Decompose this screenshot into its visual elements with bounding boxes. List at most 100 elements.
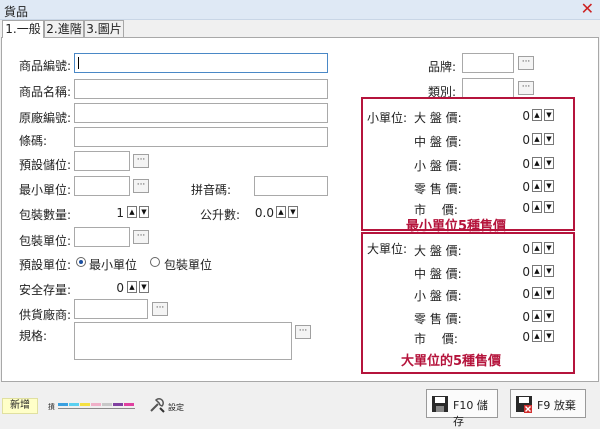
pinyin-input[interactable] [254, 176, 328, 196]
min-unit-label: 最小單位: [19, 183, 72, 197]
spec-browse-button[interactable]: ··· [295, 325, 311, 339]
tab-advanced[interactable]: 2.進階 [44, 20, 84, 37]
color-swatch[interactable] [113, 403, 123, 406]
color-swatch[interactable] [80, 403, 90, 406]
color-swatch[interactable] [58, 403, 68, 406]
small-unit-price-value[interactable]: 0 [466, 157, 530, 171]
supplier-input[interactable] [74, 299, 148, 319]
product-name-label: 商品名稱: [19, 85, 72, 99]
liters-label: 公升數: [200, 208, 241, 222]
big-unit-price-value[interactable]: 0 [466, 287, 530, 301]
safety-stock-value[interactable]: 0 [74, 281, 124, 295]
liters-down-button[interactable]: ▼ [288, 206, 298, 218]
liters-up-button[interactable]: ▲ [276, 206, 286, 218]
save-button[interactable]: F10 儲存 [426, 389, 498, 428]
small-unit-price-down-button[interactable]: ▼ [544, 201, 554, 213]
small-unit-price-up-button[interactable]: ▲ [532, 157, 542, 169]
save-button-label: F10 儲存 [453, 399, 488, 428]
spec-textarea[interactable] [74, 322, 292, 360]
color-swatch[interactable] [69, 403, 79, 406]
small-unit-header: 小單位: [367, 111, 408, 125]
big-unit-price-up-button[interactable]: ▲ [532, 310, 542, 322]
radio-min-unit[interactable] [76, 257, 86, 267]
product-name-input[interactable] [74, 79, 328, 99]
radio-pack-unit-label: 包裝單位 [164, 258, 213, 272]
small-unit-price-down-button[interactable]: ▼ [544, 180, 554, 192]
color-swatch[interactable] [91, 403, 101, 406]
big-unit-price-down-button[interactable]: ▼ [544, 242, 554, 254]
status-badge: 新增 [2, 398, 38, 414]
big-unit-price-up-button[interactable]: ▲ [532, 265, 542, 277]
big-unit-price-value[interactable]: 0 [466, 265, 530, 279]
pack-qty-label: 包裝數量: [19, 208, 72, 222]
small-unit-price-value[interactable]: 0 [466, 133, 530, 147]
cancel-button[interactable]: F9 放棄 [510, 389, 586, 418]
pack-qty-up-button[interactable]: ▲ [127, 206, 137, 218]
pack-unit-input[interactable] [74, 227, 130, 247]
big-unit-price-down-button[interactable]: ▼ [544, 265, 554, 277]
radio-min-unit-label: 最小單位 [89, 258, 138, 272]
category-input[interactable] [462, 78, 514, 98]
liters-value[interactable]: 0.0 [236, 206, 274, 220]
supplier-browse-button[interactable]: ··· [152, 302, 168, 316]
safety-stock-up-button[interactable]: ▲ [127, 281, 137, 293]
big-unit-price-label: 中 盤 價: [414, 267, 462, 281]
default-location-input[interactable] [74, 151, 130, 171]
close-icon[interactable]: ✕ [581, 1, 594, 17]
small-unit-price-up-button[interactable]: ▲ [532, 180, 542, 192]
small-unit-price-label: 中 盤 價: [414, 135, 462, 149]
default-location-label: 預設儲位: [19, 158, 72, 172]
factory-code-input[interactable] [74, 103, 328, 123]
color-swatch[interactable] [102, 403, 112, 406]
big-unit-price-up-button[interactable]: ▲ [532, 287, 542, 299]
pack-qty-value[interactable]: 1 [74, 206, 124, 220]
text-cursor [78, 57, 79, 69]
category-browse-button[interactable]: ··· [518, 81, 534, 95]
big-unit-price-up-button[interactable]: ▲ [532, 330, 542, 342]
product-code-input[interactable] [74, 53, 328, 73]
big-unit-price-down-button[interactable]: ▼ [544, 330, 554, 342]
pack-qty-down-button[interactable]: ▼ [139, 206, 149, 218]
big-unit-price-value[interactable]: 0 [466, 330, 530, 344]
settings-label[interactable]: 設定 [168, 402, 184, 413]
big-unit-caption: 大單位的5種售價 [401, 354, 502, 369]
big-unit-price-value[interactable]: 0 [466, 310, 530, 324]
small-unit-price-up-button[interactable]: ▲ [532, 133, 542, 145]
barcode-input[interactable] [74, 127, 328, 147]
big-unit-header: 大單位: [367, 242, 408, 256]
small-unit-price-up-button[interactable]: ▲ [532, 201, 542, 213]
big-unit-price-down-button[interactable]: ▼ [544, 310, 554, 322]
small-unit-price-down-button[interactable]: ▼ [544, 157, 554, 169]
brand-input[interactable] [462, 53, 514, 73]
big-unit-price-down-button[interactable]: ▼ [544, 287, 554, 299]
big-unit-price-label: 大 盤 價: [414, 244, 462, 258]
big-unit-price-up-button[interactable]: ▲ [532, 242, 542, 254]
safety-stock-down-button[interactable]: ▼ [139, 281, 149, 293]
tools-icon[interactable] [148, 396, 166, 414]
discard-icon [516, 396, 532, 413]
min-unit-input[interactable] [74, 176, 130, 196]
title-bar: 貨品 ✕ [0, 0, 600, 20]
tab-images[interactable]: 3.圖片 [84, 20, 124, 37]
small-unit-price-value[interactable]: 0 [466, 201, 530, 215]
small-unit-price-up-button[interactable]: ▲ [532, 109, 542, 121]
small-unit-price-value[interactable]: 0 [466, 180, 530, 194]
color-swatch[interactable] [124, 403, 134, 406]
tab-general[interactable]: 1.一般 [2, 20, 44, 38]
small-unit-price-down-button[interactable]: ▼ [544, 133, 554, 145]
brand-browse-button[interactable]: ··· [518, 56, 534, 70]
factory-code-label: 原廠編號: [19, 111, 72, 125]
big-unit-price-value[interactable]: 0 [466, 242, 530, 256]
min-unit-browse-button[interactable]: ··· [133, 179, 149, 193]
product-code-label: 商品編號: [19, 59, 72, 73]
big-unit-price-label: 小 盤 價: [414, 289, 462, 303]
small-unit-price-label: 大 盤 價: [414, 111, 462, 125]
radio-pack-unit[interactable] [150, 257, 160, 267]
pack-unit-browse-button[interactable]: ··· [133, 230, 149, 244]
cancel-button-label: F9 放棄 [537, 399, 576, 412]
palette-underline [58, 408, 135, 409]
window-title: 貨品 [4, 5, 29, 19]
small-unit-price-down-button[interactable]: ▼ [544, 109, 554, 121]
default-location-browse-button[interactable]: ··· [133, 154, 149, 168]
small-unit-price-value[interactable]: 0 [466, 109, 530, 123]
